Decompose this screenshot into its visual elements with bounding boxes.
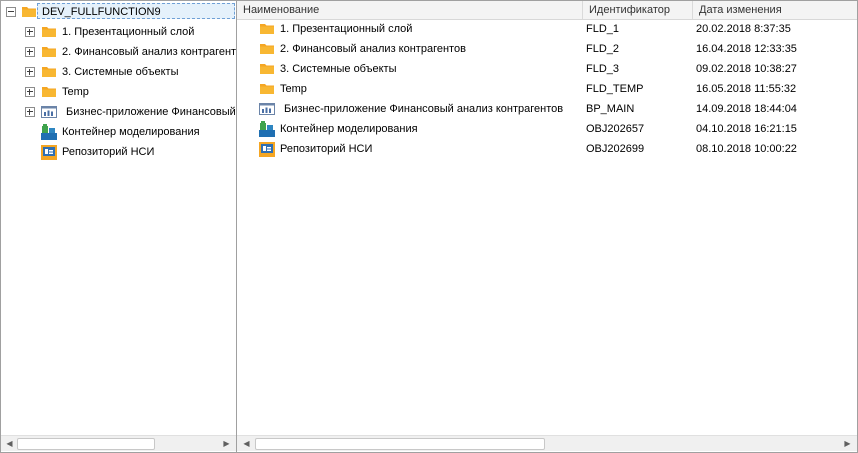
tree-item-nsi-repository[interactable]: Репозиторий НСИ [1,142,236,162]
scroll-left-icon[interactable]: ◀ [239,436,254,451]
column-header-identifier[interactable]: Идентификатор [583,1,693,19]
scroll-right-icon[interactable]: ▶ [840,436,855,451]
tree-item-modeling-container[interactable]: Контейнер моделирования [1,122,236,142]
tree-item-label: 3. Системные объекты [62,66,179,78]
cell-name: Контейнер моделирования [280,123,418,135]
business-app-icon [259,101,275,117]
expand-toggle-icon[interactable] [25,27,35,37]
scroll-left-icon[interactable]: ◀ [2,436,17,451]
scroll-right-icon[interactable]: ▶ [219,436,234,451]
nsi-repository-icon [41,144,57,160]
cell-date-modified: 16.04.2018 12:33:35 [696,43,797,55]
tree-item-label: Temp [62,86,89,98]
object-list: Наименование Идентификатор Дата изменени… [237,1,857,452]
cell-name: 3. Системные объекты [280,63,397,75]
collapse-toggle-icon[interactable] [6,7,16,17]
list-header: Наименование Идентификатор Дата изменени… [237,1,857,20]
table-row[interactable]: Репозиторий НСИ OBJ202699 08.10.2018 10:… [237,139,857,159]
cell-name: 1. Презентационный слой [280,23,413,35]
table-row[interactable]: Контейнер моделирования OBJ202657 04.10.… [237,119,857,139]
cell-date-modified: 04.10.2018 16:21:15 [696,123,797,135]
folder-icon [259,21,275,37]
tree-root[interactable]: DEV_FULLFUNCTION9 [1,2,236,22]
column-header-name[interactable]: Наименование [237,1,583,19]
cell-name: Репозиторий НСИ [280,143,373,155]
tree-item-temp[interactable]: Temp [1,82,236,102]
cell-date-modified: 16.05.2018 11:55:32 [696,83,797,95]
tree-item-financial-analysis[interactable]: 2. Финансовый анализ контрагентов [1,42,236,62]
cell-date-modified: 09.02.2018 10:38:27 [696,63,797,75]
cell-date-modified: 14.09.2018 18:44:04 [696,103,797,115]
tree-root-label[interactable]: DEV_FULLFUNCTION9 [37,3,235,19]
folder-icon [259,41,275,57]
cell-identifier: BP_MAIN [586,103,635,115]
tree-item-label: 2. Финансовый анализ контрагентов [62,46,237,58]
table-row[interactable]: Бизнес-приложение Финансовый анализ конт… [237,99,857,119]
scrollbar-thumb[interactable] [17,438,155,450]
tree-item-presentation-layer[interactable]: 1. Презентационный слой [1,22,236,42]
folder-icon [21,4,37,20]
expand-toggle-icon[interactable] [25,47,35,57]
tree-item-label: 1. Презентационный слой [62,26,195,38]
tree-item-label: Контейнер моделирования [62,126,200,138]
cell-date-modified: 20.02.2018 8:37:35 [696,23,791,35]
cell-identifier: FLD_3 [586,63,620,75]
tree-item-label: Репозиторий НСИ [62,146,155,158]
table-row[interactable]: 3. Системные объекты FLD_3 09.02.2018 10… [237,59,857,79]
business-app-icon [41,104,57,120]
table-row[interactable]: 2. Финансовый анализ контрагентов FLD_2 … [237,39,857,59]
expand-toggle-icon[interactable] [25,67,35,77]
cell-name: Temp [280,83,307,95]
cell-name: 2. Финансовый анализ контрагентов [280,43,466,55]
table-row[interactable]: Temp FLD_TEMP 16.05.2018 11:55:32 [237,79,857,99]
cell-date-modified: 08.10.2018 10:00:22 [696,143,797,155]
cell-identifier: OBJ202699 [586,143,645,155]
folder-icon [259,81,275,97]
scrollbar-thumb[interactable] [255,438,545,450]
folder-icon [41,84,57,100]
folder-icon [41,64,57,80]
tree-horizontal-scrollbar[interactable]: ◀ ▶ [1,435,236,451]
table-row[interactable]: 1. Презентационный слой FLD_1 20.02.2018… [237,19,857,39]
expand-toggle-icon[interactable] [25,107,35,117]
expand-toggle-icon[interactable] [25,87,35,97]
list-horizontal-scrollbar[interactable]: ◀ ▶ [237,435,857,451]
folder-icon [41,24,57,40]
cell-identifier: FLD_TEMP [586,83,644,95]
tree-item-business-app[interactable]: Бизнес-приложение Финансовый анализ конт… [1,102,236,122]
cell-identifier: OBJ202657 [586,123,645,135]
folder-icon [41,44,57,60]
modeling-container-icon [259,121,275,137]
cell-name: Бизнес-приложение Финансовый анализ конт… [284,103,564,115]
repository-navigator: DEV_FULLFUNCTION9 1. Презентационный сло… [0,0,858,453]
object-tree: DEV_FULLFUNCTION9 1. Презентационный сло… [1,1,237,452]
tree-item-label: Бизнес-приложение Финансовый анализ конт… [66,106,236,118]
tree-item-system-objects[interactable]: 3. Системные объекты [1,62,236,82]
cell-identifier: FLD_2 [586,43,620,55]
folder-icon [259,61,275,77]
cell-identifier: FLD_1 [586,23,620,35]
column-header-date-modified[interactable]: Дата изменения [693,1,857,19]
nsi-repository-icon [259,141,275,157]
modeling-container-icon [41,124,57,140]
